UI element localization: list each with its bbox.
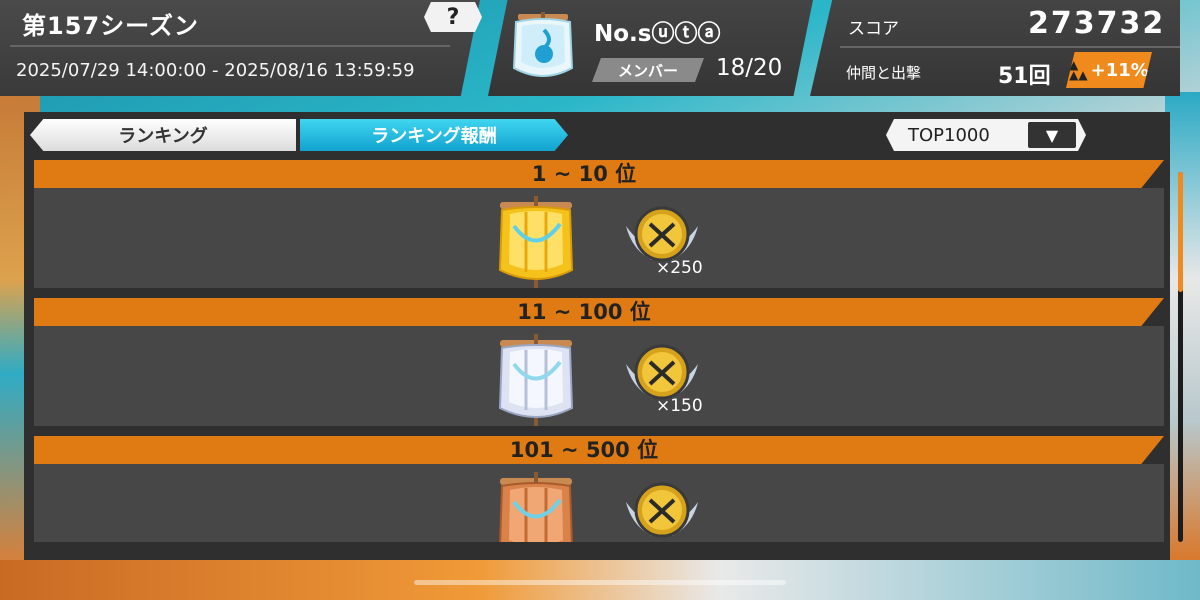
score-value: 273732 — [1028, 6, 1166, 41]
reward-tier: 11 ~ 100 位 ×150 — [34, 298, 1164, 426]
medal-quantity: ×250 — [656, 258, 703, 278]
tier-rewards: ×250 — [34, 188, 1164, 288]
tier-rewards — [34, 464, 1164, 542]
tab-ranking[interactable]: ランキング — [30, 119, 296, 151]
reward-tier: 101 ~ 500 位 — [34, 436, 1164, 542]
header: 第157シーズン ? 2025/07/29 14:00:00 - 2025/08… — [0, 0, 1200, 96]
tier-rank: 11 ~ 100 位 — [517, 300, 651, 324]
home-indicator[interactable] — [414, 580, 786, 585]
help-button[interactable]: ? — [424, 2, 482, 32]
crew-emblem-icon — [512, 12, 574, 77]
score-label: スコア — [848, 19, 899, 39]
bonus-value: +11% — [1090, 59, 1149, 81]
bronze-sail-icon[interactable] — [496, 472, 576, 542]
rank-range-dropdown[interactable]: TOP1000 ▼ — [886, 119, 1086, 151]
silver-sail-icon[interactable] — [496, 334, 576, 428]
tier-header: 101 ~ 500 位 — [34, 436, 1164, 464]
tier-header: 1 ~ 10 位 — [34, 160, 1164, 188]
tier-rank: 101 ~ 500 位 — [509, 438, 659, 462]
tier-rewards: ×150 — [34, 326, 1164, 426]
season-dates: 2025/07/29 14:00:00 - 2025/08/16 13:59:5… — [16, 60, 415, 81]
medal-quantity: ×150 — [656, 396, 703, 416]
battle-count: 51回 — [998, 64, 1051, 89]
crew-name: No.sⓤⓣⓐ — [594, 21, 721, 47]
reward-tier: 1 ~ 10 位 ×250 — [34, 160, 1164, 288]
tier-header: 11 ~ 100 位 — [34, 298, 1164, 326]
scrollbar-thumb[interactable] — [1178, 172, 1183, 292]
crossed-swords-medal-icon[interactable] — [622, 476, 702, 542]
chevron-down-icon: ▼ — [1028, 122, 1076, 148]
tier-rank: 1 ~ 10 位 — [531, 162, 637, 186]
rank-range-value: TOP1000 — [908, 124, 990, 146]
bonus-badge: ▲ ▲▲ +11% — [1066, 52, 1152, 88]
gold-sail-icon[interactable] — [496, 196, 576, 290]
divider — [840, 46, 1180, 48]
divider — [10, 45, 450, 47]
battle-label: 仲間と出撃 — [846, 64, 922, 82]
season-title: 第157シーズン — [22, 12, 199, 40]
member-label: メンバー — [592, 58, 704, 82]
member-count: 18/20 — [716, 55, 783, 81]
tab-ranking-reward[interactable]: ランキング報酬 — [300, 119, 568, 151]
